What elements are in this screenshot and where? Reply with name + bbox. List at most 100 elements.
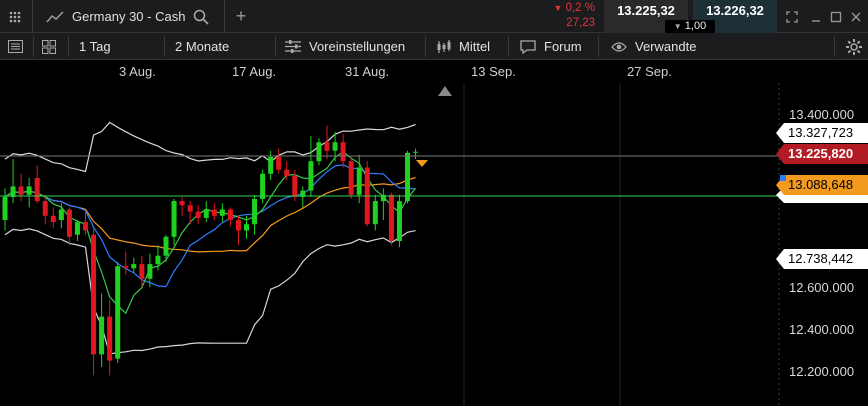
date-tick: 13 Sep. bbox=[471, 64, 516, 79]
candle-body[interactable] bbox=[66, 209, 72, 237]
candle-body[interactable] bbox=[268, 157, 274, 174]
candle-body[interactable] bbox=[203, 209, 209, 218]
related-label: Verwandte bbox=[635, 39, 697, 54]
bollinger-upper-line bbox=[4, 121, 416, 173]
lower-band-tag: 12.738,442 bbox=[776, 249, 868, 269]
candle-body[interactable] bbox=[340, 142, 346, 162]
presets-button[interactable]: Voreinstellungen bbox=[285, 33, 405, 60]
maximize-icon[interactable] bbox=[826, 0, 846, 33]
candle-body[interactable] bbox=[413, 151, 419, 153]
candle-body[interactable] bbox=[74, 222, 80, 235]
indicator-button[interactable]: Mittel bbox=[437, 33, 490, 60]
candle-body[interactable] bbox=[324, 142, 330, 151]
date-tick: 3 Aug. bbox=[119, 64, 156, 79]
spread-value: 1,00 bbox=[684, 20, 707, 32]
candle-body[interactable] bbox=[171, 201, 177, 237]
candle-body[interactable] bbox=[18, 186, 24, 195]
bollinger-lower-line bbox=[4, 228, 416, 355]
candle-body[interactable] bbox=[91, 234, 97, 355]
candle-body[interactable] bbox=[396, 201, 402, 241]
candle-body[interactable] bbox=[388, 194, 394, 241]
price-chart[interactable]: 13.400.000 12.600.000 12.400.000 12.200.… bbox=[0, 83, 868, 406]
chart-canvas[interactable] bbox=[0, 83, 868, 406]
candle-body[interactable] bbox=[405, 152, 410, 202]
candle-body[interactable] bbox=[58, 209, 64, 221]
search-icon[interactable] bbox=[193, 9, 210, 25]
candle-body[interactable] bbox=[227, 209, 233, 221]
candle-body[interactable] bbox=[195, 211, 201, 218]
price-tick: 12.200.000 bbox=[789, 364, 855, 379]
candle-body[interactable] bbox=[211, 209, 217, 216]
candle-body[interactable] bbox=[107, 316, 113, 361]
change-points: 27,23 bbox=[566, 17, 595, 29]
price-change: ▼ 0,2 % 27,23 bbox=[533, 1, 601, 32]
candle-body[interactable] bbox=[99, 316, 105, 355]
expand-arrows-icon[interactable] bbox=[780, 0, 804, 33]
candle-body[interactable] bbox=[139, 264, 145, 279]
date-tick: 27 Sep. bbox=[627, 64, 672, 79]
menu-dots-icon[interactable] bbox=[0, 0, 30, 33]
date-axis: 3 Aug. 17 Aug. 31 Aug. 13 Sep. 27 Sep. bbox=[0, 61, 868, 83]
candle-body[interactable] bbox=[276, 157, 282, 170]
candle-body[interactable] bbox=[252, 199, 258, 225]
related-button[interactable]: Verwandte bbox=[611, 33, 696, 60]
candle-body[interactable] bbox=[83, 222, 88, 231]
candle-body[interactable] bbox=[2, 196, 8, 220]
candle-body[interactable] bbox=[123, 266, 129, 269]
forum-label: Forum bbox=[544, 39, 582, 54]
candle-body[interactable] bbox=[316, 142, 322, 162]
candle-body[interactable] bbox=[179, 201, 185, 206]
candle-body[interactable] bbox=[219, 209, 225, 216]
layout-grid-button[interactable] bbox=[42, 33, 64, 60]
change-percent: 0,2 % bbox=[565, 2, 595, 14]
candle-body[interactable] bbox=[50, 215, 56, 223]
close-icon[interactable] bbox=[846, 0, 866, 33]
current-price-tag: 13.225,820 bbox=[776, 144, 868, 164]
interval-dropdown[interactable]: 1 Tag bbox=[79, 33, 111, 60]
chart-menu-button[interactable] bbox=[8, 33, 31, 60]
candle-body[interactable] bbox=[235, 220, 241, 231]
candle-body[interactable] bbox=[356, 167, 362, 195]
chart-toolbar: 1 Tag 2 Monate Voreinstellungen Mittel F… bbox=[0, 33, 868, 60]
candle-body[interactable] bbox=[308, 161, 314, 191]
settings-button[interactable] bbox=[846, 33, 868, 60]
series-marker bbox=[780, 175, 786, 181]
candle-body[interactable] bbox=[260, 173, 266, 199]
candle-body[interactable] bbox=[147, 264, 153, 279]
line-chart-icon bbox=[46, 10, 64, 22]
candle-body[interactable] bbox=[244, 224, 249, 231]
candles-icon bbox=[437, 39, 451, 53]
candle-body[interactable] bbox=[292, 175, 298, 197]
eye-icon bbox=[611, 41, 627, 52]
candle-body[interactable] bbox=[163, 236, 169, 256]
range-dropdown[interactable]: 2 Monate bbox=[175, 33, 229, 60]
minimize-icon[interactable] bbox=[806, 0, 826, 33]
price-tick: 12.600.000 bbox=[789, 280, 855, 295]
candle-body[interactable] bbox=[115, 266, 121, 359]
forum-button[interactable]: Forum bbox=[520, 33, 582, 60]
candle-body[interactable] bbox=[348, 161, 354, 195]
date-tick: 31 Aug. bbox=[345, 64, 390, 79]
scroll-marker-icon[interactable] bbox=[438, 86, 452, 96]
date-tick: 17 Aug. bbox=[232, 64, 277, 79]
moving-average-blue-line bbox=[4, 164, 416, 288]
candle-body[interactable] bbox=[10, 186, 16, 197]
spread-badge: ▼ 1,00 bbox=[665, 20, 715, 33]
candle-body[interactable] bbox=[372, 201, 378, 225]
price-tick: 13.400.000 bbox=[789, 107, 855, 122]
instrument-tab[interactable]: Germany 30 - Cash bbox=[40, 0, 222, 33]
candle-body[interactable] bbox=[131, 264, 137, 269]
candle-body[interactable] bbox=[34, 178, 40, 202]
candle-body[interactable] bbox=[26, 186, 32, 195]
candle-body[interactable] bbox=[284, 169, 290, 176]
candle-body[interactable] bbox=[155, 255, 161, 265]
chat-bubble-icon bbox=[520, 39, 536, 54]
candle-body[interactable] bbox=[187, 205, 193, 212]
candle-body[interactable] bbox=[332, 142, 338, 151]
moving-average-tag: 13.088,648 bbox=[776, 175, 868, 195]
price-tick: 12.400.000 bbox=[789, 322, 855, 337]
sliders-icon bbox=[285, 40, 301, 53]
add-tab-button[interactable]: + bbox=[230, 0, 252, 33]
candle-body[interactable] bbox=[42, 201, 48, 216]
gear-icon bbox=[846, 38, 862, 55]
